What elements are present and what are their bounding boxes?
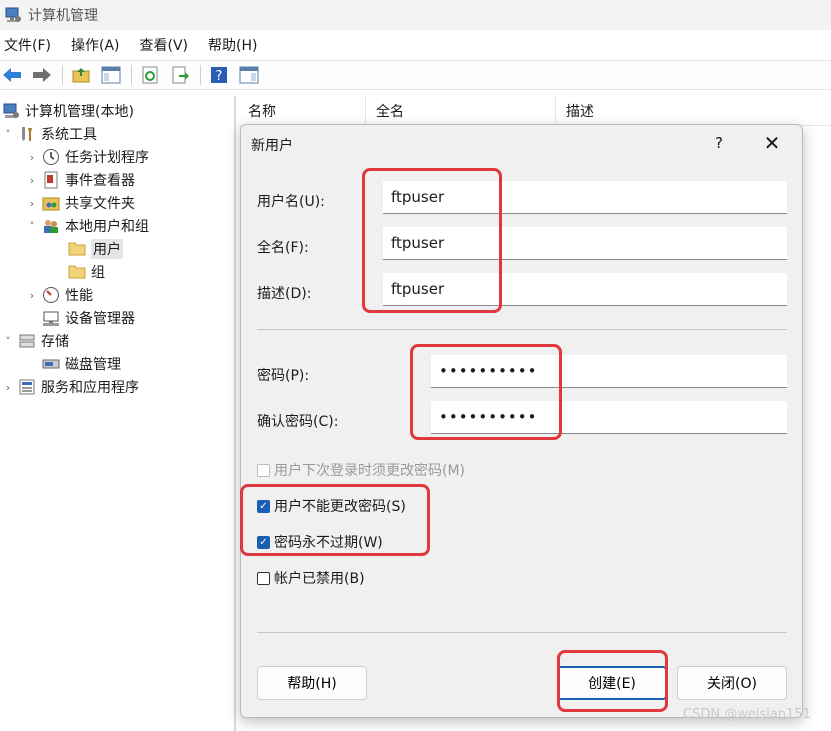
folder-icon (68, 240, 86, 258)
tree-item-label: 性能 (65, 288, 93, 304)
tree-item-label: 用户 (91, 239, 123, 259)
toolbar-separator (62, 65, 63, 85)
tree-item-system-tools[interactable]: ˅ 系统工具 (2, 123, 97, 145)
disk-management-icon (42, 355, 60, 373)
tree-item-label: 服务和应用程序 (41, 380, 139, 396)
tree-item-storage[interactable]: ˅ 存储 (2, 330, 69, 352)
tree-item-label: 设备管理器 (65, 311, 135, 327)
account-disabled-checkbox[interactable] (257, 571, 270, 585)
tree-item-disk-management[interactable]: 磁盘管理 (42, 353, 121, 375)
tree-item-task-scheduler[interactable]: › 任务计划程序 (26, 146, 149, 168)
tools-icon (18, 125, 36, 143)
console-tree: 计算机管理(本地) ˅ 系统工具 › 任务计划程序 › 事件查看器 › 共享文件… (0, 96, 236, 731)
chevron-right-icon[interactable]: › (26, 289, 38, 302)
tree-item-label: 本地用户和组 (65, 219, 149, 235)
forward-icon[interactable] (30, 63, 54, 87)
device-manager-icon (42, 309, 60, 327)
highlight-box (240, 484, 430, 556)
title-bar: 计算机管理 (0, 0, 831, 30)
refresh-icon[interactable] (138, 63, 162, 87)
tree-item-label: 系统工具 (41, 127, 97, 143)
tree-item-label: 共享文件夹 (65, 196, 135, 212)
chevron-down-icon[interactable]: ˅ (2, 128, 14, 141)
menu-help[interactable]: 帮助(H) (208, 35, 257, 55)
computer-management-icon (2, 102, 20, 120)
chevron-down-icon[interactable]: ˅ (2, 335, 14, 348)
divider (257, 329, 787, 330)
password-label: 密码(P): (257, 368, 310, 384)
account-disabled-option[interactable]: 帐户已禁用(B) (257, 568, 365, 588)
menu-file[interactable]: 文件(F) (4, 35, 51, 55)
tree-item-event-viewer[interactable]: › 事件查看器 (26, 169, 135, 191)
clock-icon (42, 148, 60, 166)
column-header-fullname[interactable]: 全名 (366, 95, 556, 126)
highlight-box (362, 168, 502, 313)
menu-bar: 文件(F) 操作(A) 查看(V) 帮助(H) (0, 32, 831, 58)
folder-icon (68, 263, 86, 281)
highlight-box (557, 650, 668, 712)
up-folder-icon[interactable] (69, 63, 93, 87)
help-button[interactable]: 帮助(H) (257, 666, 367, 700)
toolbar-separator (131, 65, 132, 85)
console-tree-icon[interactable] (99, 63, 123, 87)
export-icon[interactable] (168, 63, 192, 87)
description-label: 描述(D): (257, 286, 312, 302)
dialog-title: 新用户 (251, 138, 293, 154)
tree-item-performance[interactable]: › 性能 (26, 284, 93, 306)
tree-item-groups[interactable]: 组 (68, 261, 105, 283)
fullname-label: 全名(F): (257, 240, 309, 256)
menu-action[interactable]: 操作(A) (71, 35, 120, 55)
tree-item-label: 事件查看器 (65, 173, 135, 189)
show-action-pane-icon[interactable] (237, 63, 261, 87)
chevron-right-icon[interactable]: › (26, 197, 38, 210)
close-icon[interactable]: ✕ (760, 131, 784, 155)
watermark: CSDN @weisian151 (683, 707, 811, 722)
must-change-password-option[interactable]: 用户下次登录时须更改密码(M) (257, 460, 465, 480)
username-label: 用户名(U): (257, 194, 325, 210)
list-header: 名称 全名 描述 (238, 95, 831, 126)
confirm-password-label: 确认密码(C): (257, 414, 339, 430)
divider (257, 632, 787, 633)
chevron-down-icon[interactable]: ˅ (26, 220, 38, 233)
menu-view[interactable]: 查看(V) (140, 35, 189, 55)
users-icon (42, 217, 60, 235)
shared-folder-icon (42, 194, 60, 212)
column-header-description[interactable]: 描述 (556, 96, 831, 126)
chevron-right-icon[interactable]: › (26, 151, 38, 164)
computer-management-icon (4, 6, 22, 24)
tree-item-label: 磁盘管理 (65, 357, 121, 373)
back-icon[interactable] (0, 63, 24, 87)
help-icon[interactable]: ? (207, 63, 231, 87)
tree-item-label: 任务计划程序 (65, 150, 149, 166)
tree-item-local-users-groups[interactable]: ˅ 本地用户和组 (26, 215, 149, 237)
chevron-right-icon[interactable]: › (26, 174, 38, 187)
storage-icon (18, 332, 36, 350)
help-icon[interactable]: ? (707, 131, 731, 155)
toolbar: ? (0, 60, 831, 90)
must-change-password-checkbox[interactable] (257, 463, 270, 477)
tree-item-shared-folders[interactable]: › 共享文件夹 (26, 192, 135, 214)
highlight-box (410, 344, 562, 440)
tree-item-device-manager[interactable]: 设备管理器 (42, 307, 135, 329)
tree-item-label: 计算机管理(本地) (25, 104, 134, 120)
services-icon (18, 378, 36, 396)
window-title: 计算机管理 (28, 8, 98, 24)
checkbox-label: 用户下次登录时须更改密码(M) (274, 463, 466, 479)
tree-item-label: 存储 (41, 334, 69, 350)
close-button[interactable]: 关闭(O) (677, 666, 787, 700)
event-viewer-icon (42, 171, 60, 189)
tree-item-label: 组 (91, 265, 105, 281)
svg-text:?: ? (216, 69, 223, 84)
tree-item-services-apps[interactable]: › 服务和应用程序 (2, 376, 139, 398)
tree-item-users[interactable]: 用户 (68, 238, 123, 260)
chevron-right-icon[interactable]: › (2, 381, 14, 394)
tree-item-root[interactable]: 计算机管理(本地) (2, 100, 134, 122)
performance-icon (42, 286, 60, 304)
toolbar-separator (200, 65, 201, 85)
checkbox-label: 帐户已禁用(B) (274, 571, 365, 587)
column-header-name[interactable]: 名称 (238, 95, 366, 126)
